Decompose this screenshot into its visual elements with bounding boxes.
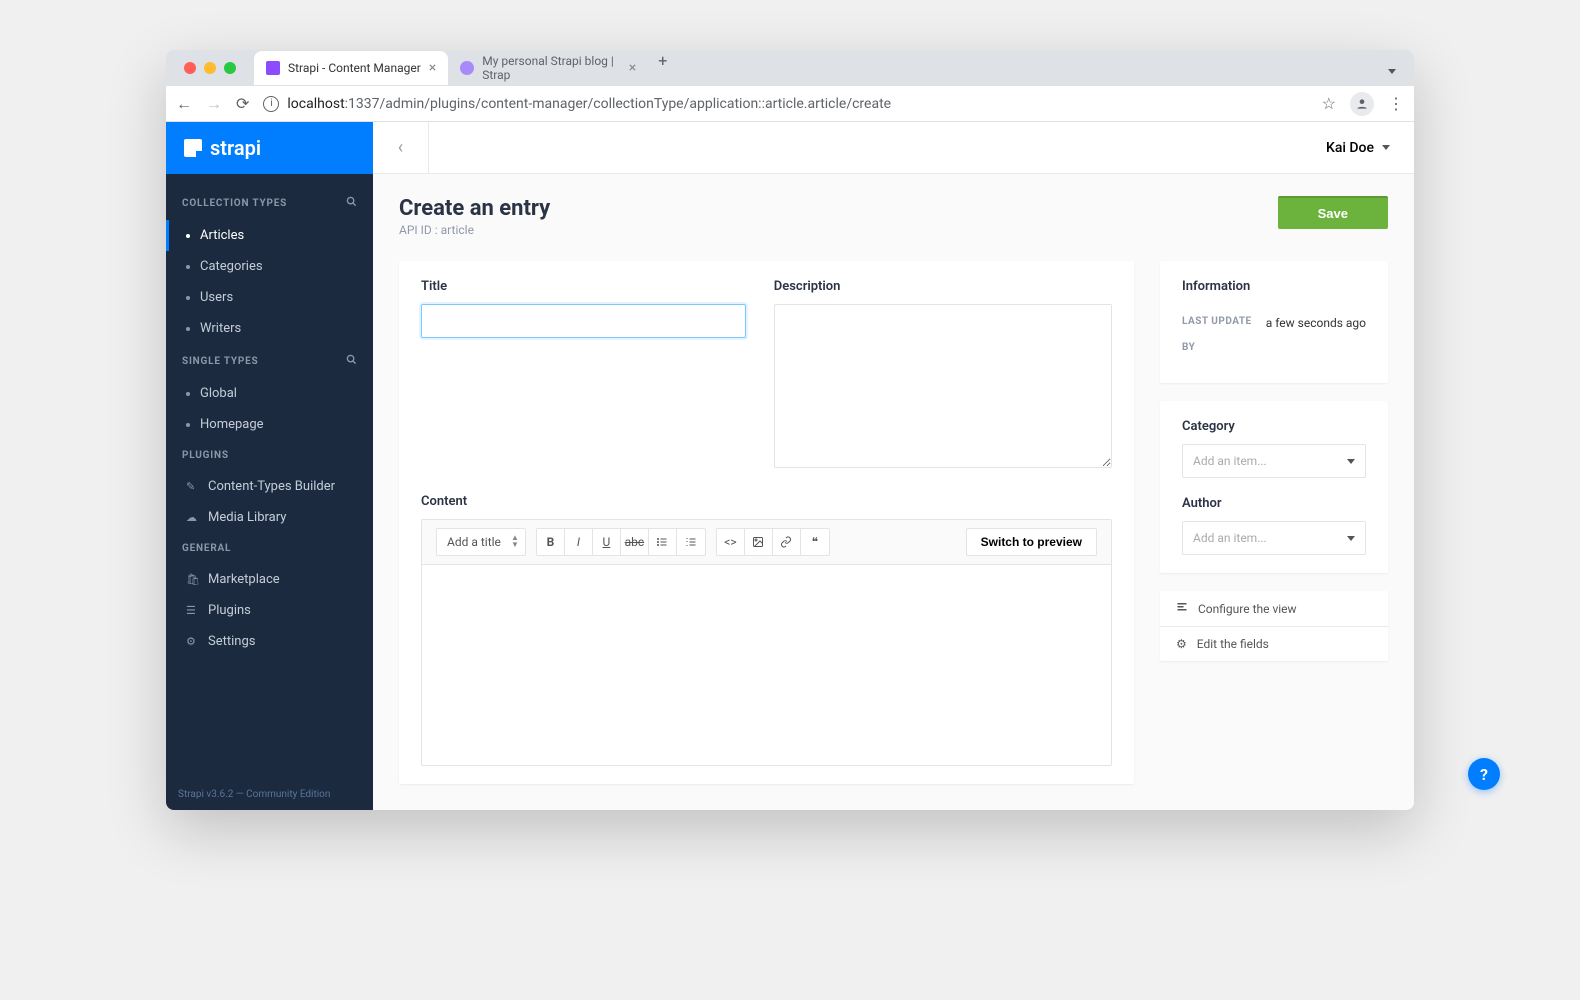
sidebar-section-single-types: SINGLE TYPES xyxy=(166,344,373,378)
layout-icon xyxy=(1176,601,1188,616)
by-key: BY xyxy=(1182,342,1195,353)
browser-tab-bar: Strapi - Content Manager × My personal S… xyxy=(166,50,1414,86)
last-update-value: a few seconds ago xyxy=(1266,316,1366,330)
window-traffic-lights xyxy=(174,62,246,74)
save-button[interactable]: Save xyxy=(1278,196,1388,229)
site-info-icon[interactable]: i xyxy=(263,96,279,112)
chevron-down-icon xyxy=(1347,459,1355,464)
link-button[interactable] xyxy=(773,529,801,555)
sidebar-item-writers[interactable]: Writers xyxy=(166,313,373,344)
sidebar-section-plugins: PLUGINS xyxy=(166,440,373,471)
tabs-menu-icon[interactable] xyxy=(1378,59,1406,78)
logo-text: strapi xyxy=(210,136,261,160)
browser-tab[interactable]: My personal Strapi blog | Strap × xyxy=(448,51,648,85)
title-label: Title xyxy=(421,279,746,294)
cloud-icon: ☁ xyxy=(186,511,198,524)
sidebar-item-categories[interactable]: Categories xyxy=(166,251,373,282)
search-icon[interactable] xyxy=(346,196,357,210)
close-tab-icon[interactable]: × xyxy=(629,60,636,76)
image-button[interactable] xyxy=(745,529,773,555)
ordered-list-button[interactable] xyxy=(677,529,705,555)
configure-view-button[interactable]: Configure the view xyxy=(1160,591,1388,626)
author-label: Author xyxy=(1182,496,1366,511)
code-button[interactable]: <> xyxy=(717,529,745,555)
author-select[interactable]: Add an item... xyxy=(1182,521,1366,555)
unordered-list-button[interactable] xyxy=(649,529,677,555)
sidebar-item-media-library[interactable]: ☁Media Library xyxy=(166,502,373,533)
strapi-logo-icon xyxy=(184,139,202,157)
description-label: Description xyxy=(774,279,1112,294)
sidebar-item-settings[interactable]: ⚙Settings xyxy=(166,626,373,657)
heading-select[interactable]: Add a title ▲▼ xyxy=(436,528,526,556)
underline-button[interactable]: U xyxy=(593,529,621,555)
forward-icon[interactable]: → xyxy=(206,94,222,114)
content-label: Content xyxy=(421,494,1112,509)
editor-textarea[interactable] xyxy=(422,565,1111,765)
tab-favicon xyxy=(266,61,280,75)
chevron-down-icon xyxy=(1382,145,1390,150)
sidebar: strapi COLLECTION TYPES Articles Categor… xyxy=(166,122,373,810)
description-textarea[interactable] xyxy=(774,304,1112,468)
brush-icon: ✎ xyxy=(186,480,198,493)
info-heading: Information xyxy=(1182,279,1366,294)
url-path: /admin/plugins/content-manager/collectio… xyxy=(380,96,892,112)
profile-avatar-icon[interactable] xyxy=(1350,92,1374,116)
sidebar-item-plugins[interactable]: ☰Plugins xyxy=(166,595,373,626)
gear-icon: ⚙ xyxy=(1176,637,1187,651)
browser-tab[interactable]: Strapi - Content Manager × xyxy=(254,51,448,85)
strikethrough-button[interactable]: abc xyxy=(621,529,649,555)
logo[interactable]: strapi xyxy=(166,122,373,174)
window-maximize[interactable] xyxy=(224,62,236,74)
browser-menu-icon[interactable]: ⋮ xyxy=(1388,94,1404,113)
top-header: ‹ Kai Doe xyxy=(373,122,1414,174)
preview-toggle-button[interactable]: Switch to preview xyxy=(966,528,1097,556)
tab-favicon xyxy=(460,61,474,75)
page-subtitle: API ID : article xyxy=(399,223,550,237)
sidebar-item-global[interactable]: Global xyxy=(166,378,373,409)
reload-icon[interactable]: ⟳ xyxy=(236,94,249,113)
tab-title: Strapi - Content Manager xyxy=(288,61,421,75)
address-bar: ← → ⟳ i localhost:1337/admin/plugins/con… xyxy=(166,86,1414,122)
sidebar-item-users[interactable]: Users xyxy=(166,282,373,313)
sidebar-section-collection-types: COLLECTION TYPES xyxy=(166,186,373,220)
bag-icon: 🛍 xyxy=(186,573,198,586)
sidebar-section-general: GENERAL xyxy=(166,533,373,564)
close-tab-icon[interactable]: × xyxy=(429,60,436,76)
chevron-down-icon xyxy=(1347,536,1355,541)
last-update-key: LAST UPDATE xyxy=(1182,316,1252,330)
bold-button[interactable]: B xyxy=(537,529,565,555)
url-port: :1337 xyxy=(345,96,380,112)
gear-icon: ⚙ xyxy=(186,635,198,648)
back-button[interactable]: ‹ xyxy=(373,122,429,173)
category-select[interactable]: Add an item... xyxy=(1182,444,1366,478)
italic-button[interactable]: I xyxy=(565,529,593,555)
edit-fields-button[interactable]: ⚙ Edit the fields xyxy=(1160,626,1388,661)
user-menu[interactable]: Kai Doe xyxy=(1302,140,1414,156)
bookmark-icon[interactable]: ☆ xyxy=(1322,94,1336,113)
back-icon[interactable]: ← xyxy=(176,94,192,114)
category-label: Category xyxy=(1182,419,1366,434)
window-close[interactable] xyxy=(184,62,196,74)
new-tab-button[interactable]: + xyxy=(648,51,677,85)
version-label: Strapi v3.6.2 — Community Edition xyxy=(166,779,373,810)
sidebar-item-homepage[interactable]: Homepage xyxy=(166,409,373,440)
sidebar-item-marketplace[interactable]: 🛍Marketplace xyxy=(166,564,373,595)
title-input[interactable] xyxy=(421,304,746,338)
url-host: localhost xyxy=(287,96,344,112)
content-editor: Add a title ▲▼ B I U abc xyxy=(421,519,1112,766)
help-fab[interactable]: ? xyxy=(1468,758,1500,790)
window-minimize[interactable] xyxy=(204,62,216,74)
list-icon: ☰ xyxy=(186,604,198,617)
quote-button[interactable]: ❝ xyxy=(801,529,829,555)
page-title: Create an entry xyxy=(399,196,550,221)
sidebar-item-content-types-builder[interactable]: ✎Content-Types Builder xyxy=(166,471,373,502)
url-input[interactable]: i localhost:1337/admin/plugins/content-m… xyxy=(263,96,1307,112)
tab-title: My personal Strapi blog | Strap xyxy=(482,54,621,82)
sidebar-item-articles[interactable]: Articles xyxy=(166,220,373,251)
search-icon[interactable] xyxy=(346,354,357,368)
